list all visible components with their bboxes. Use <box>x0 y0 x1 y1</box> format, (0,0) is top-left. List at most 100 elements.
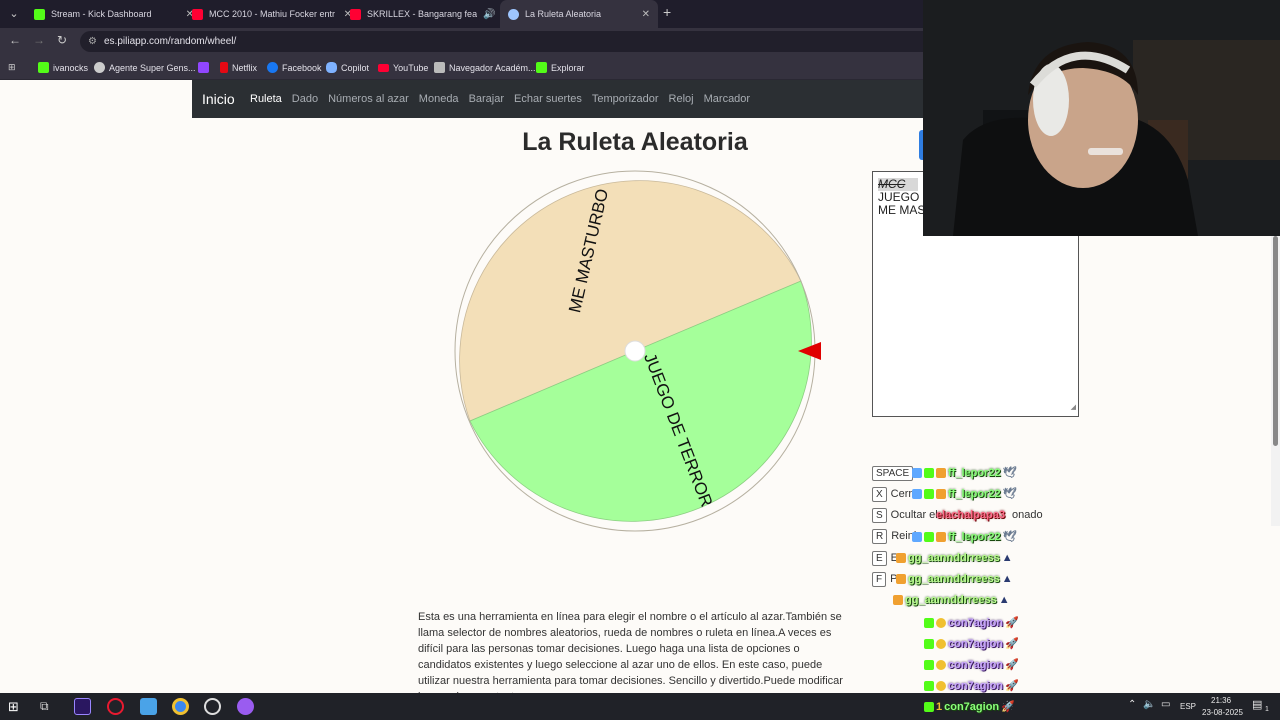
reload-icon[interactable]: ↻ <box>57 33 67 47</box>
clock-date[interactable]: 23-08-2025 <box>1202 708 1243 717</box>
new-tab-plus-icon[interactable]: + <box>663 4 671 20</box>
tray-chevron-up-icon[interactable]: ⌃ <box>1128 699 1136 710</box>
network-icon[interactable]: ▭ <box>1161 699 1170 710</box>
notifications-icon[interactable]: ▤ <box>1252 698 1262 711</box>
nav-reloj[interactable]: Reloj <box>669 93 694 105</box>
gift-badge-icon <box>912 488 922 499</box>
chat-message: gg_aannddrreess ▲ <box>896 573 1013 585</box>
bookmark-explorar[interactable]: Explorar <box>536 60 585 75</box>
bookmark-navegador[interactable]: Navegador Académ... <box>434 60 536 75</box>
chat-message: ff_lepor22 🕊 <box>912 530 1017 543</box>
diamond-badge-icon <box>924 488 934 499</box>
bookmark-label: YouTube <box>393 62 429 73</box>
shortcut-space: SPACE <box>872 465 914 481</box>
after-effects-icon[interactable] <box>74 698 91 715</box>
shortcut-label: onado <box>1012 509 1043 521</box>
twitch-icon <box>198 62 209 73</box>
gift-badge-icon <box>912 531 922 542</box>
tab-kick-dashboard[interactable]: Stream - Kick Dashboard ✕ <box>26 0 202 28</box>
youtube-icon <box>192 8 203 20</box>
chat-message: con7agion 🚀 <box>924 679 1019 692</box>
scrollbar-thumb[interactable] <box>1273 236 1278 446</box>
task-view-icon[interactable]: ⧉ <box>40 698 57 715</box>
agent-icon <box>94 62 105 73</box>
wheel-hub[interactable] <box>624 340 646 362</box>
diamond-badge-icon <box>924 467 934 478</box>
chrome-icon[interactable] <box>172 698 189 715</box>
bookmark-label: Copilot <box>341 62 370 73</box>
language-indicator[interactable]: ESP <box>1180 702 1196 711</box>
bookmark-copilot[interactable]: Copilot <box>326 60 369 75</box>
copilot-icon <box>326 62 337 73</box>
tab-mcc-video[interactable]: MCC 2010 - Mathiu Focker entr ✕ <box>184 0 360 28</box>
bookmark-facebook[interactable]: Facebook <box>267 60 322 75</box>
resize-grip-icon[interactable]: ◢ <box>1071 401 1076 414</box>
site-info-icon[interactable]: ⚙ <box>88 31 97 52</box>
sub-badge-icon <box>936 488 946 499</box>
bookmark-ivanocks[interactable]: ivanocks <box>38 60 88 75</box>
bookmark-youtube[interactable]: YouTube <box>378 60 428 75</box>
pigeon-emote-icon: 🕊 <box>1002 467 1017 479</box>
page-scrollbar[interactable] <box>1271 236 1280 526</box>
tab-search-icon[interactable]: ⌄ <box>4 4 24 24</box>
nav-numeros[interactable]: Números al azar <box>328 93 409 105</box>
obs-icon[interactable] <box>204 698 221 715</box>
messenger-icon[interactable] <box>237 698 254 715</box>
coin-badge-icon <box>936 680 946 691</box>
pigeon-emote-icon: 🕊 <box>1002 488 1017 500</box>
windows-start-icon[interactable]: ⊞ <box>8 698 25 715</box>
rocket-emote-icon: 🚀 <box>1005 638 1019 650</box>
audio-icon[interactable]: 🔊 <box>483 9 495 20</box>
random-wheel[interactable]: ME MASTURBO JUEGO DE TERROR <box>450 166 830 536</box>
bookmark-twitch[interactable] <box>198 60 209 75</box>
nav-marcador[interactable]: Marcador <box>704 93 750 105</box>
bookmark-label: Netflix <box>232 62 258 73</box>
chat-username: ff_lepor22 <box>948 466 1001 479</box>
volume-icon[interactable]: 🔈 <box>1143 699 1155 710</box>
sub-badge-icon <box>896 553 906 563</box>
site-nav-links: Ruleta Dado Números al azar Moneda Baraj… <box>250 93 750 105</box>
nav-moneda[interactable]: Moneda <box>419 93 459 105</box>
diamond-badge-icon <box>924 659 934 670</box>
tab-title: SKRILLEX - Bangarang feat. <box>367 9 478 19</box>
app-icon[interactable] <box>140 698 157 715</box>
nav-barajar[interactable]: Barajar <box>469 93 504 105</box>
coin-badge-icon <box>936 659 946 670</box>
url-text: es.piliapp.com/random/wheel/ <box>104 36 237 47</box>
forward-arrow-icon[interactable]: → <box>33 33 45 47</box>
chat-username: con7agion <box>948 616 1004 629</box>
tab-skrillex-video[interactable]: SKRILLEX - Bangarang feat. 🔊 ✕ <box>342 0 518 28</box>
bookmark-agente[interactable]: Agente Super Gens... <box>94 60 196 75</box>
site-brand-link[interactable]: Inicio <box>202 91 235 107</box>
key-cap: E <box>872 550 887 566</box>
school-icon <box>434 62 445 73</box>
chat-username: gg_aannddrreess <box>908 573 1000 585</box>
bookmark-label: Facebook <box>282 62 322 73</box>
key-cap: X <box>872 486 887 502</box>
bookmark-netflix[interactable]: Netflix <box>220 60 257 75</box>
key-cap: SPACE <box>872 465 914 481</box>
nav-echar-suertes[interactable]: Echar suertes <box>514 93 582 105</box>
sub-badge-icon <box>896 574 906 584</box>
kick-icon <box>34 8 45 20</box>
piliapp-icon <box>508 8 519 20</box>
rocket-emote-icon: 🚀 <box>1005 680 1019 692</box>
chat-username: gg_aannddrreess <box>905 594 997 606</box>
back-arrow-icon[interactable]: ← <box>9 33 21 47</box>
key-cap: S <box>872 507 887 523</box>
chat-username: con7agion <box>944 700 1000 713</box>
bookmark-label: Agente Super Gens... <box>109 62 196 73</box>
youtube-icon <box>378 63 389 72</box>
nav-ruleta[interactable]: Ruleta <box>250 93 282 105</box>
chat-username: elachalpapa3 <box>936 509 1006 521</box>
site-navbar: Inicio Ruleta Dado Números al azar Moned… <box>192 80 952 118</box>
clock-time[interactable]: 21:36 <box>1211 696 1231 705</box>
bookmark-label: Navegador Académ... <box>449 62 536 73</box>
chat-username: gg_aannddrreess <box>908 552 1000 564</box>
tab-ruleta[interactable]: La Ruleta Aleatoria ✕ <box>500 0 658 28</box>
nav-dado[interactable]: Dado <box>292 93 318 105</box>
nav-temporizador[interactable]: Temporizador <box>592 93 659 105</box>
close-icon[interactable]: ✕ <box>642 9 650 20</box>
apps-grid-icon[interactable]: ⊞ <box>8 60 16 75</box>
opera-icon[interactable] <box>107 698 124 715</box>
